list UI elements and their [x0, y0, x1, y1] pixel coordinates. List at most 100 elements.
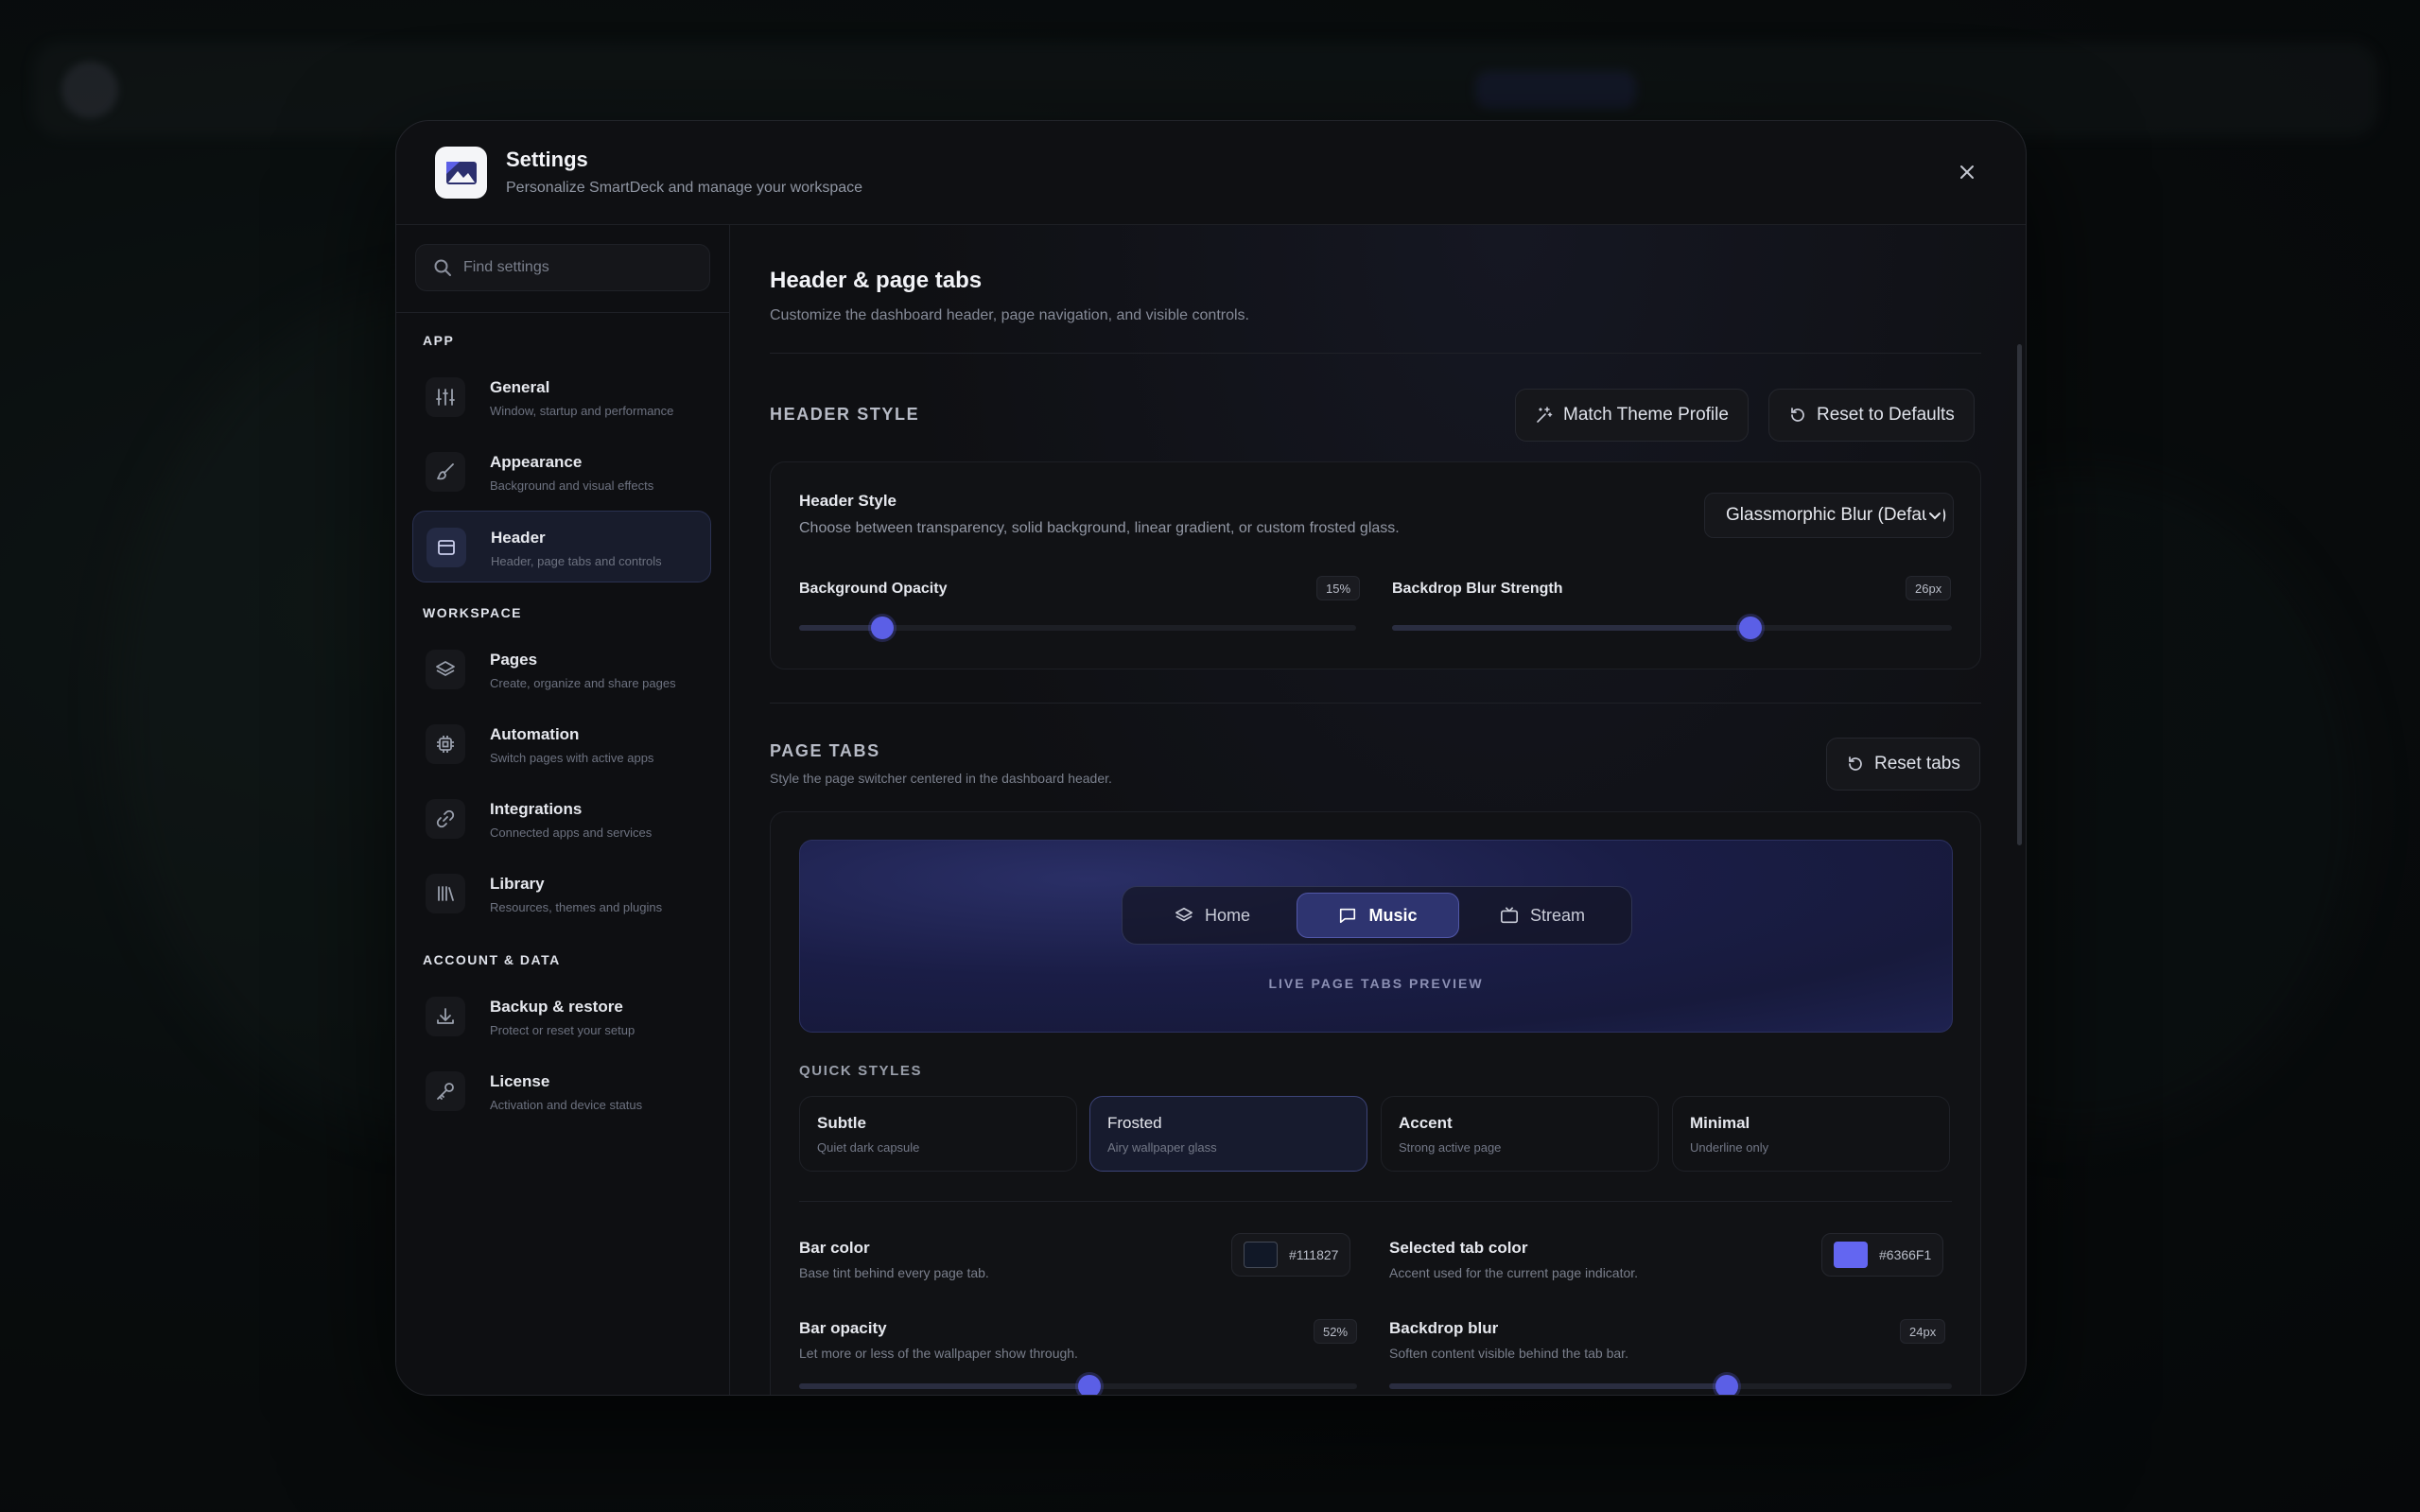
reset-to-defaults-label: Reset to Defaults [1817, 405, 1955, 425]
bar-color-swatch [1244, 1242, 1278, 1268]
search-field[interactable] [415, 244, 710, 291]
slider-fill [1389, 1383, 1727, 1389]
page-tabs-section-desc: Style the page switcher centered in the … [770, 771, 1112, 786]
close-button[interactable] [1950, 155, 1984, 189]
sidebar-item-label: Appearance [490, 453, 583, 471]
group-label-app: APP [423, 333, 455, 348]
preview-tab-stream[interactable]: Stream [1459, 893, 1626, 938]
quick-style-subtle[interactable]: Subtle Quiet dark capsule [799, 1096, 1077, 1172]
backdrop-blur-strength-slider[interactable] [1392, 617, 1952, 639]
sidebar-item-library[interactable]: Library Resources, themes and plugins [412, 858, 711, 930]
divider [770, 703, 1981, 704]
match-theme-profile-button[interactable]: Match Theme Profile [1515, 389, 1749, 442]
sparkle-icon [1537, 407, 1553, 423]
header-style-desc: Choose between transparency, solid backg… [799, 520, 1400, 536]
page-subtitle: Customize the dashboard header, page nav… [770, 307, 1249, 323]
slider-thumb[interactable] [871, 617, 894, 639]
sidebar-item-label: Backup & restore [490, 998, 623, 1016]
slider-fill [799, 625, 882, 631]
sidebar-item-pages[interactable]: Pages Create, organize and share pages [412, 634, 711, 705]
backdrop-blur-strength-value: 26px [1906, 576, 1952, 600]
sidebar-item-label: Pages [490, 651, 538, 669]
quick-style-minimal[interactable]: Minimal Underline only [1672, 1096, 1950, 1172]
tv-icon [1500, 907, 1518, 924]
quick-style-desc: Underline only [1690, 1140, 1769, 1155]
slider-fill [1392, 625, 1750, 631]
slider-thumb[interactable] [1078, 1375, 1101, 1395]
sidebar-item-integrations[interactable]: Integrations Connected apps and services [412, 783, 711, 855]
backdrop-blur-label: Backdrop blur [1389, 1319, 1499, 1337]
backdrop-blur-value: 24px [1900, 1319, 1946, 1344]
sidebar-item-desc: Connected apps and services [490, 826, 653, 840]
sidebar-item-desc: Window, startup and performance [490, 404, 674, 418]
quick-style-desc: Strong active page [1399, 1140, 1502, 1155]
header-style-select-value: Glassmorphic Blur (Default) [1726, 505, 1947, 525]
app-logo-icon [435, 147, 487, 199]
quick-style-name: Subtle [817, 1114, 866, 1132]
slider-thumb[interactable] [1715, 1375, 1738, 1395]
sidebar-item-header[interactable]: Header Header, page tabs and controls [412, 511, 711, 582]
bar-color-label: Bar color [799, 1239, 870, 1257]
background-opacity-slider[interactable] [799, 617, 1356, 639]
backdrop-blur-desc: Soften content visible behind the tab ba… [1389, 1346, 1628, 1361]
bar-color-picker[interactable]: #111827 [1231, 1233, 1351, 1277]
divider [799, 1201, 1952, 1202]
settings-dialog: Settings Personalize SmartDeck and manag… [395, 120, 2027, 1396]
selected-tab-color-swatch [1834, 1242, 1868, 1268]
preview-tab-music[interactable]: Music [1296, 893, 1460, 938]
preview-tab-bar: Home Music Stream [1122, 886, 1632, 945]
sidebar-item-desc: Background and visual effects [490, 478, 654, 493]
live-tabs-preview: Home Music Stream LIVE PAGE TABS PREVIEW [799, 840, 1953, 1033]
sidebar-item-label: Integrations [490, 800, 583, 818]
sidebar-divider [396, 312, 730, 313]
sidebar-item-label: Library [490, 875, 545, 893]
preview-tab-home[interactable]: Home [1128, 893, 1297, 938]
cpu-icon [426, 724, 465, 764]
reset-tabs-button[interactable]: Reset tabs [1826, 738, 1980, 791]
sidebar-item-general[interactable]: General Window, startup and performance [412, 361, 711, 433]
background-opacity-label: Background Opacity [799, 581, 948, 597]
link-icon [426, 799, 465, 839]
sidebar-item-desc: Switch pages with active apps [490, 751, 654, 765]
quick-style-name: Accent [1399, 1114, 1453, 1132]
content-scrollbar[interactable] [2017, 344, 2022, 845]
download-icon [426, 997, 465, 1036]
sidebar-item-license[interactable]: License Activation and device status [412, 1055, 711, 1127]
backdrop-blur-slider[interactable] [1389, 1375, 1952, 1395]
quick-style-name: Frosted [1107, 1114, 1162, 1132]
quick-style-desc: Quiet dark capsule [817, 1140, 920, 1155]
selected-tab-color-desc: Accent used for the current page indicat… [1389, 1265, 1639, 1280]
sidebar-item-label: Header [491, 529, 546, 547]
chat-icon [1340, 908, 1356, 924]
header-style-label: Header Style [799, 492, 897, 510]
search-input[interactable] [463, 259, 690, 276]
quick-styles-title: QUICK STYLES [799, 1063, 923, 1079]
bar-color-hex: #111827 [1289, 1247, 1339, 1262]
paintbrush-icon [426, 452, 465, 492]
library-icon [426, 874, 465, 913]
quick-style-desc: Airy wallpaper glass [1107, 1140, 1217, 1155]
sidebar-item-appearance[interactable]: Appearance Background and visual effects [412, 436, 711, 508]
match-theme-profile-label: Match Theme Profile [1563, 405, 1729, 425]
selected-tab-color-picker[interactable]: #6366F1 [1821, 1233, 1944, 1277]
dialog-title: Settings [506, 148, 588, 171]
sidebar-item-desc: Activation and device status [490, 1098, 643, 1112]
header-style-select[interactable]: Glassmorphic Blur (Default) [1704, 493, 1954, 538]
bar-opacity-slider[interactable] [799, 1375, 1357, 1395]
sidebar-item-backup-restore[interactable]: Backup & restore Protect or reset your s… [412, 981, 711, 1052]
bar-color-desc: Base tint behind every page tab. [799, 1265, 989, 1280]
sliders-icon [426, 377, 465, 417]
backdrop-blur-strength-label: Backdrop Blur Strength [1392, 581, 1563, 597]
bar-opacity-label: Bar opacity [799, 1319, 887, 1337]
page-tabs-section-title: PAGE TABS [770, 741, 880, 760]
quick-style-accent[interactable]: Accent Strong active page [1381, 1096, 1659, 1172]
layers-icon [1175, 907, 1193, 922]
slider-thumb[interactable] [1739, 617, 1762, 639]
key-icon [426, 1071, 465, 1111]
sidebar-item-automation[interactable]: Automation Switch pages with active apps [412, 708, 711, 780]
dialog-header: Settings Personalize SmartDeck and manag… [396, 121, 2026, 225]
reset-to-defaults-button[interactable]: Reset to Defaults [1768, 389, 1975, 442]
layers-icon [426, 650, 465, 689]
search-icon [434, 259, 451, 276]
quick-style-frosted[interactable]: Frosted Airy wallpaper glass [1089, 1096, 1367, 1172]
